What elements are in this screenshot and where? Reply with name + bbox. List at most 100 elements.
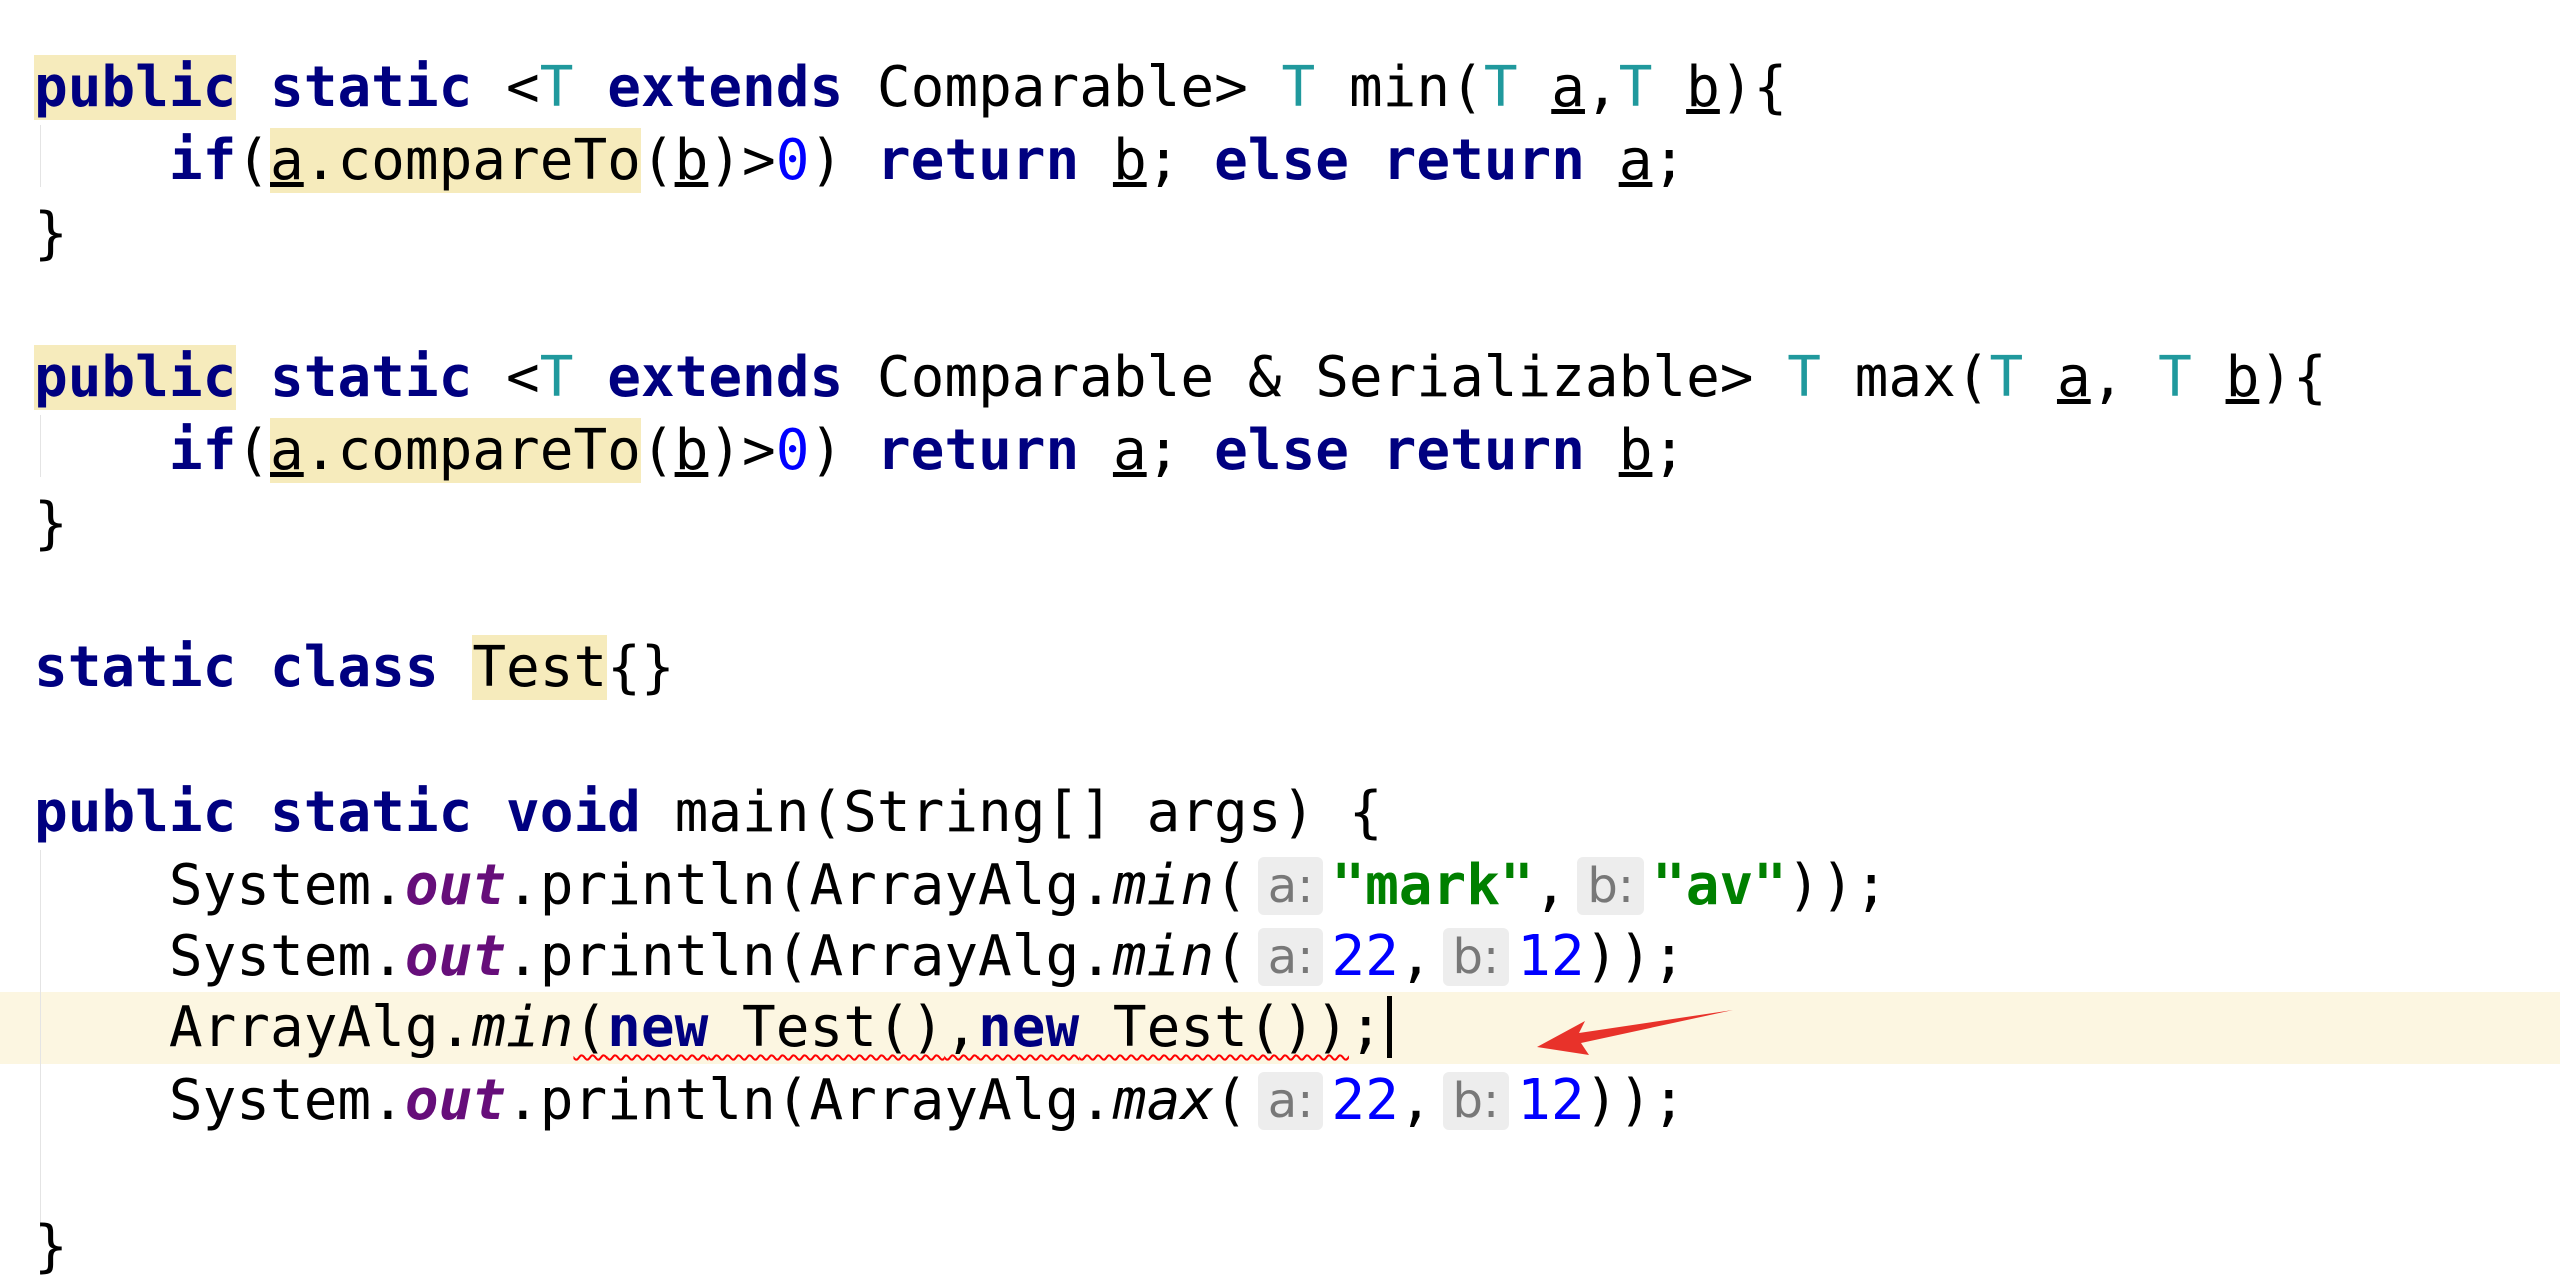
method-name: min( — [1348, 55, 1484, 120]
punctuation: ) — [809, 128, 844, 193]
keyword-if: if — [168, 128, 237, 193]
method-call: .println(ArrayAlg. — [506, 1068, 1113, 1133]
keyword-static: static — [34, 635, 237, 700]
number-literal: 0 — [775, 128, 810, 193]
punctuation: ; — [1146, 128, 1215, 193]
punctuation: ( — [573, 995, 608, 1060]
keyword-static: static — [270, 345, 473, 410]
param-type: T — [2158, 345, 2192, 410]
keyword-return: return — [1382, 418, 1585, 483]
generic-open: < — [506, 55, 540, 120]
punctuation: )); — [1584, 1068, 1686, 1133]
punctuation: )); — [1786, 853, 1889, 918]
punctuation: , — [1398, 1068, 1433, 1133]
return-variable: b — [1618, 418, 1653, 483]
operator: )> — [708, 128, 776, 193]
code-line-min-signature[interactable]: public static <T extends Comparable> T m… — [34, 52, 1787, 124]
close-brace: } — [34, 201, 68, 266]
parameter-hint: b: — [1442, 928, 1510, 986]
param-name: a — [1551, 55, 1585, 120]
punctuation: , — [944, 995, 979, 1060]
class-reference: ArrayAlg. — [168, 995, 473, 1060]
punctuation: ; — [1146, 418, 1215, 483]
code-line-statement-3[interactable]: ArrayAlg.min(new Test(),new Test()); — [34, 992, 1392, 1064]
punctuation: ) — [809, 418, 844, 483]
code-line-close-brace[interactable]: } — [34, 198, 68, 270]
static-field: out — [404, 1068, 507, 1133]
code-line-statement-1[interactable]: System.out.println(ArrayAlg.min(a: "mark"… — [34, 850, 1888, 922]
keyword-public: public — [34, 345, 237, 410]
close-brace: } — [34, 491, 68, 556]
parameter-hint: b: — [1577, 857, 1645, 915]
punctuation: , — [1584, 55, 1619, 120]
string-literal: "mark" — [1331, 853, 1534, 918]
static-method: min — [1112, 853, 1215, 918]
return-variable: b — [1112, 128, 1147, 193]
parameter-hint: b: — [1442, 1072, 1510, 1130]
string-literal: "av" — [1652, 853, 1787, 918]
keyword-class: class — [270, 635, 439, 700]
parameter-hint: a: — [1257, 928, 1324, 986]
code-line-max-body[interactable]: if(a.compareTo(b)>0) return a; else retu… — [34, 415, 1686, 487]
variable-b: b — [674, 418, 709, 483]
punctuation: , — [1398, 924, 1433, 989]
code-line-main-signature[interactable]: public static void main(String[] args) { — [34, 777, 1383, 849]
param-name: a — [2056, 345, 2091, 410]
return-variable: a — [1112, 418, 1147, 483]
parameter-hint: a: — [1257, 857, 1324, 915]
close-brace: } — [34, 1214, 68, 1279]
type-param: T — [539, 55, 574, 120]
number-literal: 12 — [1517, 1068, 1585, 1133]
highlighted-expression: a.compareTo — [270, 418, 641, 483]
keyword-void: void — [506, 780, 641, 845]
code-line-statement-4[interactable]: System.out.println(ArrayAlg.max(a: 22, b: 1… — [34, 1065, 1686, 1137]
operator: )> — [708, 418, 776, 483]
punctuation: ( — [236, 128, 271, 193]
return-variable: a — [1618, 128, 1653, 193]
code-line-statement-2[interactable]: System.out.println(ArrayAlg.min(a: 22, b: 1… — [34, 921, 1686, 993]
keyword-new: new — [978, 995, 1080, 1060]
code-line-max-signature[interactable]: public static <T extends Comparable & Se… — [34, 342, 2327, 414]
class-reference: System. — [168, 853, 405, 918]
keyword-extends: extends — [607, 345, 844, 410]
parameter-hint: a: — [1257, 1072, 1324, 1130]
punctuation: ; — [1348, 995, 1383, 1060]
punctuation: ){ — [2259, 345, 2327, 410]
param-name: b — [2225, 345, 2260, 410]
param-type: T — [1618, 55, 1653, 120]
return-type: T — [1281, 55, 1316, 120]
method-call: .compareTo — [303, 128, 641, 193]
constructor-call: Test()) — [1079, 995, 1349, 1060]
code-line-close-brace[interactable]: } — [34, 488, 68, 560]
code-editor[interactable]: public static <T extends Comparable> T m… — [0, 0, 2560, 1287]
static-method: max — [1112, 1068, 1215, 1133]
keyword-return: return — [876, 128, 1080, 193]
keyword-extends: extends — [607, 55, 844, 120]
code-line-close-brace[interactable]: } — [34, 1211, 68, 1283]
code-line-min-body[interactable]: if(a.compareTo(b)>0) return b; else retu… — [34, 125, 1686, 197]
type-bound: Comparable> — [876, 55, 1248, 120]
method-call: .println(ArrayAlg. — [506, 853, 1113, 918]
type-param: T — [539, 345, 574, 410]
code-line-test-class[interactable]: static class Test{} — [34, 632, 675, 704]
method-call: .println(ArrayAlg. — [506, 924, 1113, 989]
param-type: T — [1483, 55, 1518, 120]
number-literal: 22 — [1331, 1068, 1399, 1133]
class-reference: System. — [168, 1068, 405, 1133]
punctuation: )); — [1584, 924, 1686, 989]
punctuation: ( — [236, 418, 271, 483]
punctuation: , — [2090, 345, 2159, 410]
punctuation: , — [1533, 853, 1568, 918]
number-literal: 12 — [1517, 924, 1585, 989]
static-field: out — [404, 924, 507, 989]
variable-a: a — [270, 128, 304, 193]
variable-a: a — [270, 418, 304, 483]
return-type: T — [1787, 345, 1821, 410]
highlighted-expression: a.compareTo — [270, 128, 641, 193]
generic-open: < — [506, 345, 540, 410]
punctuation: ){ — [1719, 55, 1788, 120]
keyword-new: new — [607, 995, 709, 1060]
class-reference: System. — [168, 924, 405, 989]
class-name: Test — [472, 635, 608, 700]
keyword-if: if — [168, 418, 237, 483]
